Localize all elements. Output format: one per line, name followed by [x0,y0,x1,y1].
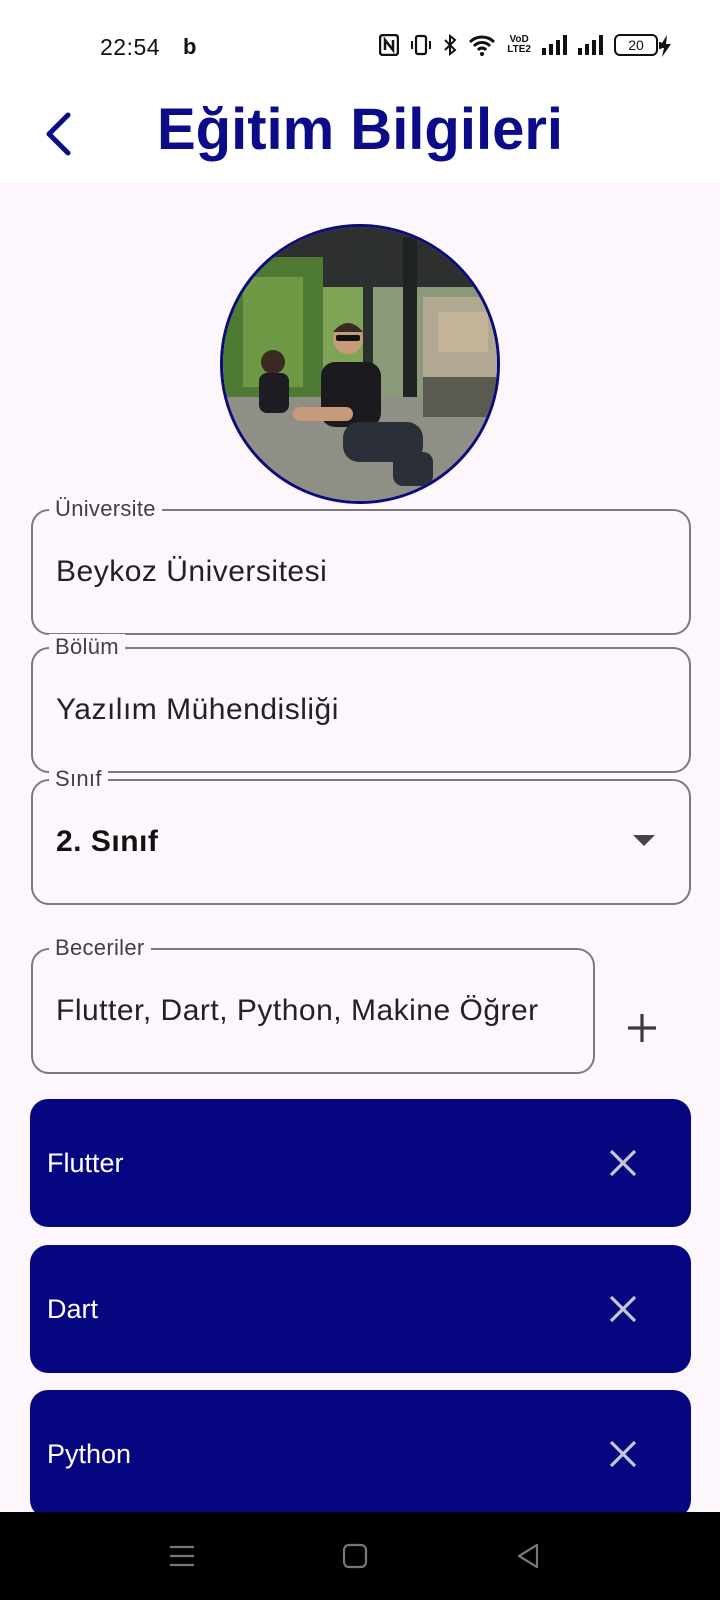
signal-2-icon [578,35,603,55]
department-field[interactable]: Bölüm Yazılım Mühendisliği [31,634,691,773]
skill-chip-label: Python [47,1439,132,1469]
volte-label-bottom: LTE2 [507,44,531,55]
remove-skill-button[interactable] [601,1141,645,1185]
back-arrow-icon [46,112,71,156]
plus-icon [628,1014,656,1042]
vibrate-icon [411,34,432,56]
charging-icon [659,35,671,57]
close-icon [609,1149,637,1177]
department-value[interactable]: Yazılım Mühendisliği [56,649,339,771]
back-triangle-icon [517,1543,539,1569]
grade-dropdown[interactable]: Sınıf 2. Sınıf [31,766,691,905]
remove-skill-button[interactable] [601,1432,645,1476]
skill-chip-label: Flutter [47,1148,124,1178]
university-value[interactable]: Beykoz Üniversitesi [56,511,327,633]
home-square-icon [342,1543,368,1569]
profile-photo[interactable] [220,224,500,504]
skills-field[interactable]: Beceriler Flutter, Dart, Python, Makine … [31,935,595,1074]
profile-photo-image [223,227,497,501]
status-time: 22:54 [100,34,161,60]
system-nav-bar [0,1512,720,1600]
close-icon [609,1440,637,1468]
skill-chip: Python [30,1390,691,1518]
signal-1-icon [542,35,567,55]
recent-apps-button[interactable] [160,1534,204,1578]
back-nav-button[interactable] [506,1534,550,1578]
wifi-icon [469,35,496,56]
menu-icon [170,1545,194,1567]
bing-icon: b [183,34,197,59]
add-skill-button[interactable] [618,1004,666,1052]
close-icon [609,1295,637,1323]
dropdown-arrow-icon[interactable] [633,835,655,846]
status-icons: VoD LTE2 20 [379,34,662,56]
bluetooth-icon [444,34,457,56]
volte-icon: VoD LTE2 [507,35,531,55]
grade-value[interactable]: 2. Sınıf [56,781,158,903]
skill-chip-label: Dart [47,1294,99,1324]
skill-chip: Flutter [30,1099,691,1227]
nfc-icon [379,34,400,56]
university-field[interactable]: Üniversite Beykoz Üniversitesi [31,496,691,635]
battery-icon: 20 [614,34,662,56]
back-button[interactable] [30,106,86,162]
remove-skill-button[interactable] [601,1287,645,1331]
app-bar: Eğitim Bilgileri [0,90,720,182]
skill-chip: Dart [30,1245,691,1373]
status-bar: 22:54 b VoD LTE2 20 [0,0,720,90]
skills-input[interactable]: Flutter, Dart, Python, Makine Öğrer [56,950,575,1072]
page-title: Eğitim Bilgileri [156,97,564,162]
home-button[interactable] [333,1534,377,1578]
